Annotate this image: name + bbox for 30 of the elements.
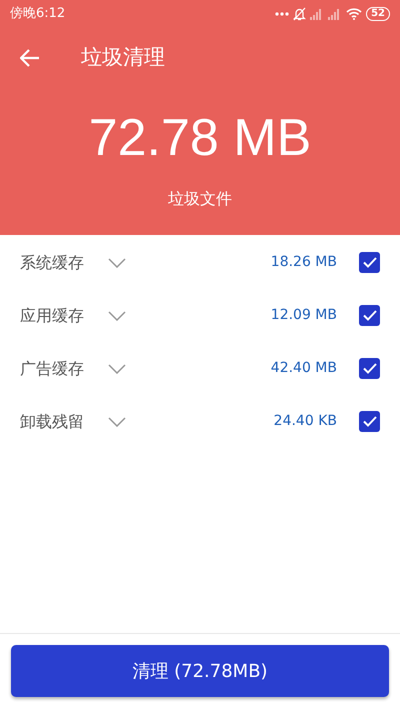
category-size: 42.40 MB bbox=[270, 359, 337, 378]
chevron-down-icon[interactable] bbox=[108, 416, 126, 426]
category-checkbox[interactable] bbox=[359, 411, 380, 432]
category-label: 应用缓存 bbox=[20, 304, 84, 326]
category-size: 24.40 KB bbox=[274, 412, 337, 431]
total-label: 垃圾文件 bbox=[167, 188, 233, 210]
category-checkbox[interactable] bbox=[359, 252, 380, 273]
category-checkbox[interactable] bbox=[359, 358, 380, 379]
checkmark-icon bbox=[362, 257, 376, 268]
chevron-down-icon[interactable] bbox=[108, 258, 126, 268]
category-size: 12.09 MB bbox=[270, 306, 337, 325]
battery-indicator: 52 bbox=[366, 7, 390, 21]
total-size: 72.78 MB bbox=[88, 112, 312, 164]
back-arrow-icon[interactable] bbox=[20, 49, 40, 67]
wifi-icon bbox=[346, 8, 362, 20]
chevron-down-icon[interactable] bbox=[108, 310, 126, 320]
clean-button[interactable]: 清理 (72.78MB) bbox=[11, 645, 389, 697]
category-checkbox[interactable] bbox=[359, 305, 380, 326]
more-icon bbox=[275, 12, 290, 16]
category-label: 系统缓存 bbox=[20, 252, 84, 274]
checkmark-icon bbox=[362, 363, 376, 374]
checkmark-icon bbox=[362, 310, 376, 321]
chevron-down-icon[interactable] bbox=[108, 364, 126, 374]
bell-off-icon bbox=[293, 7, 306, 21]
status-time: 傍晚6:12 bbox=[10, 5, 66, 24]
category-label: 广告缓存 bbox=[20, 358, 84, 380]
category-label: 卸载残留 bbox=[20, 410, 84, 432]
category-size: 18.26 MB bbox=[270, 253, 337, 272]
page-title: 垃圾清理 bbox=[81, 44, 165, 72]
checkmark-icon bbox=[362, 416, 376, 427]
